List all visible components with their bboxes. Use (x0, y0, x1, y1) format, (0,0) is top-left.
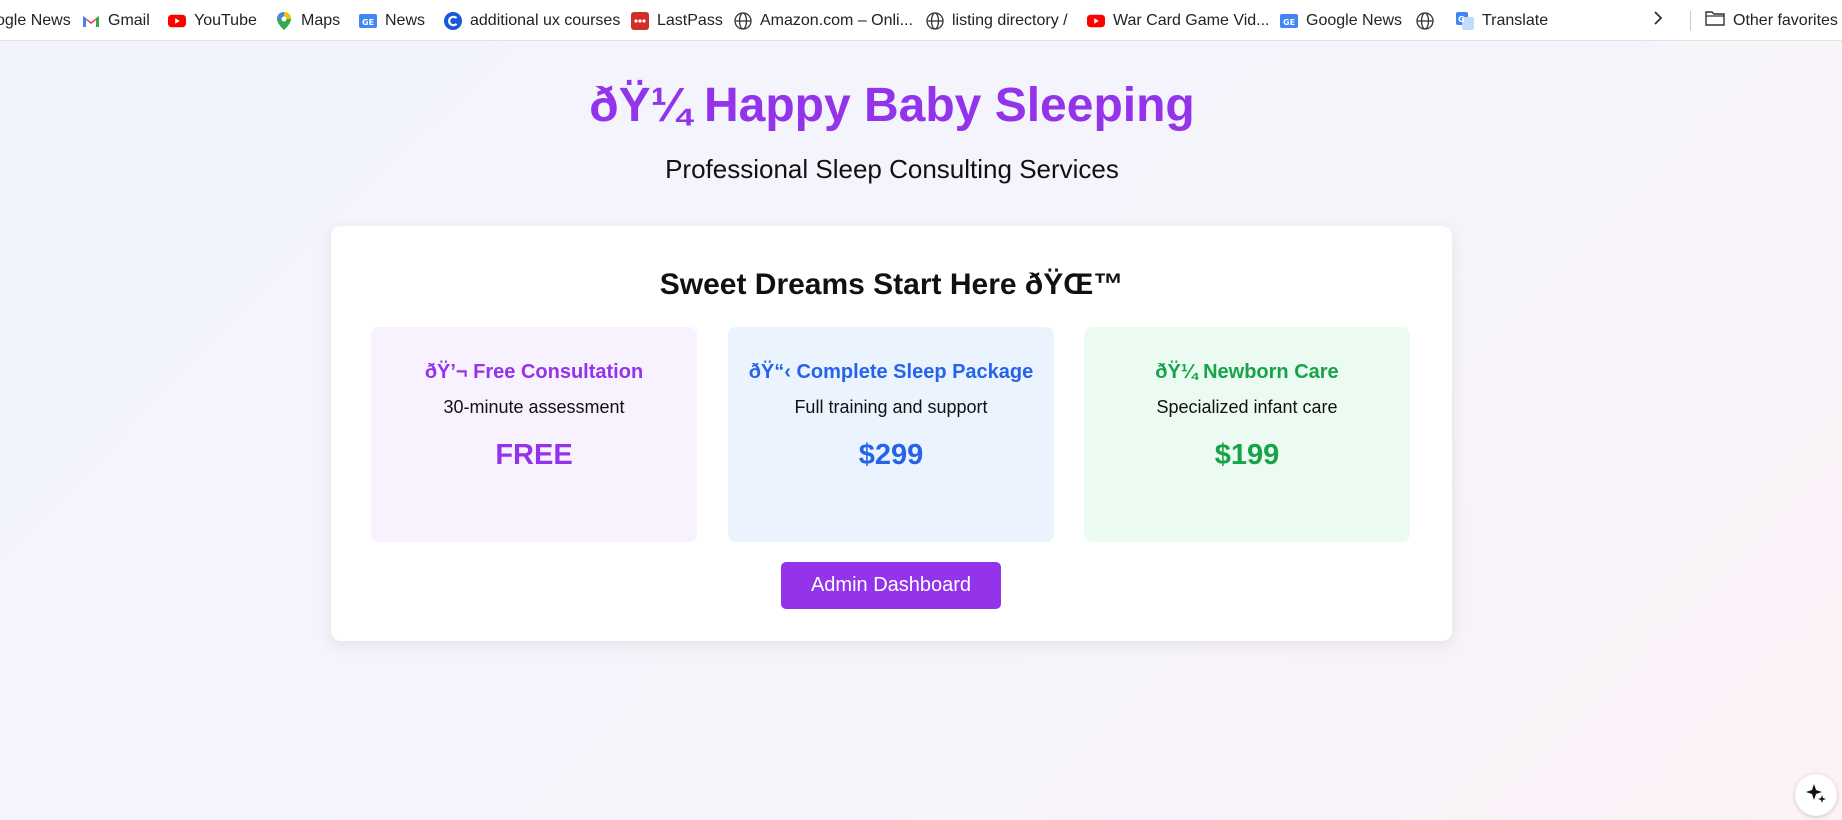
bookmark-maps[interactable]: Maps (275, 0, 340, 40)
svg-text:GE: GE (362, 18, 374, 27)
bookmark-google-news-partial[interactable]: ogle News (0, 0, 71, 40)
admin-dashboard-button[interactable]: Admin Dashboard (781, 562, 1001, 609)
service-complete-sleep-package: ðŸ“‹ Complete Sleep Package Full trainin… (728, 327, 1054, 542)
bookmarks-bar: ogle News Gmail YouTube Maps GE News add… (0, 0, 1842, 41)
globe-icon (926, 11, 944, 30)
services-card: Sweet Dreams Start Here ðŸŒ™ ðŸ’¬ Free C… (331, 226, 1452, 641)
service-price: FREE (495, 439, 573, 471)
more-bookmarks-button[interactable] (1652, 0, 1664, 40)
chevron-right-icon (1652, 10, 1664, 31)
gmail-icon (82, 12, 100, 30)
globe-icon (1416, 11, 1434, 30)
service-name: ðŸ¼ Newborn Care (1155, 361, 1339, 383)
lastpass-icon (631, 11, 649, 30)
sparkle-icon (1805, 782, 1827, 809)
google-news-icon: GE (1280, 12, 1298, 30)
service-name: ðŸ“‹ Complete Sleep Package (748, 361, 1034, 383)
coursera-icon (444, 11, 462, 30)
bookmark-news[interactable]: GE News (359, 0, 425, 40)
bookmark-globe[interactable] (1416, 0, 1442, 40)
service-description: 30-minute assessment (443, 397, 625, 417)
service-price: $299 (858, 439, 924, 471)
bookmark-gmail[interactable]: Gmail (82, 0, 150, 40)
service-newborn-care: ðŸ¼ Newborn Care Specialized infant care… (1084, 327, 1410, 542)
bookmark-additional-ux-courses[interactable]: additional ux courses (444, 0, 620, 40)
svg-text:GE: GE (1283, 18, 1295, 27)
youtube-icon (168, 12, 186, 30)
translate-icon: G (1456, 11, 1474, 30)
page-subtitle: Professional Sleep Consulting Services (665, 154, 1119, 184)
bookmark-lastpass[interactable]: LastPass (631, 0, 723, 40)
bookmark-war-card-game[interactable]: War Card Game Vid... (1087, 0, 1270, 40)
maps-icon (275, 11, 293, 30)
service-free-consultation: ðŸ’¬ Free Consultation 30-minute assessm… (371, 327, 697, 542)
google-news-icon: GE (359, 12, 377, 30)
copilot-button[interactable] (1795, 774, 1837, 816)
service-description: Full training and support (794, 397, 988, 417)
youtube-icon (1087, 12, 1105, 30)
svg-text:G: G (1458, 15, 1465, 24)
service-price: $199 (1214, 439, 1280, 471)
service-name: ðŸ’¬ Free Consultation (424, 361, 644, 383)
service-description: Specialized infant care (1156, 397, 1338, 417)
bookmark-listing-directory[interactable]: listing directory / (926, 0, 1068, 40)
card-title: Sweet Dreams Start Here ðŸŒ™ (659, 268, 1124, 301)
bookmark-youtube[interactable]: YouTube (168, 0, 257, 40)
page-title: ðŸ¼ Happy Baby Sleeping (589, 79, 1195, 132)
bookmark-translate[interactable]: G Translate (1456, 0, 1548, 40)
folder-icon (1705, 10, 1725, 31)
bookmarks-divider (1690, 11, 1691, 31)
globe-icon (734, 11, 752, 30)
bookmark-google-news[interactable]: GE Google News (1280, 0, 1402, 40)
bookmark-amazon[interactable]: Amazon.com – Onli... (734, 0, 913, 40)
other-favorites-button[interactable]: Other favorites (1705, 0, 1838, 40)
